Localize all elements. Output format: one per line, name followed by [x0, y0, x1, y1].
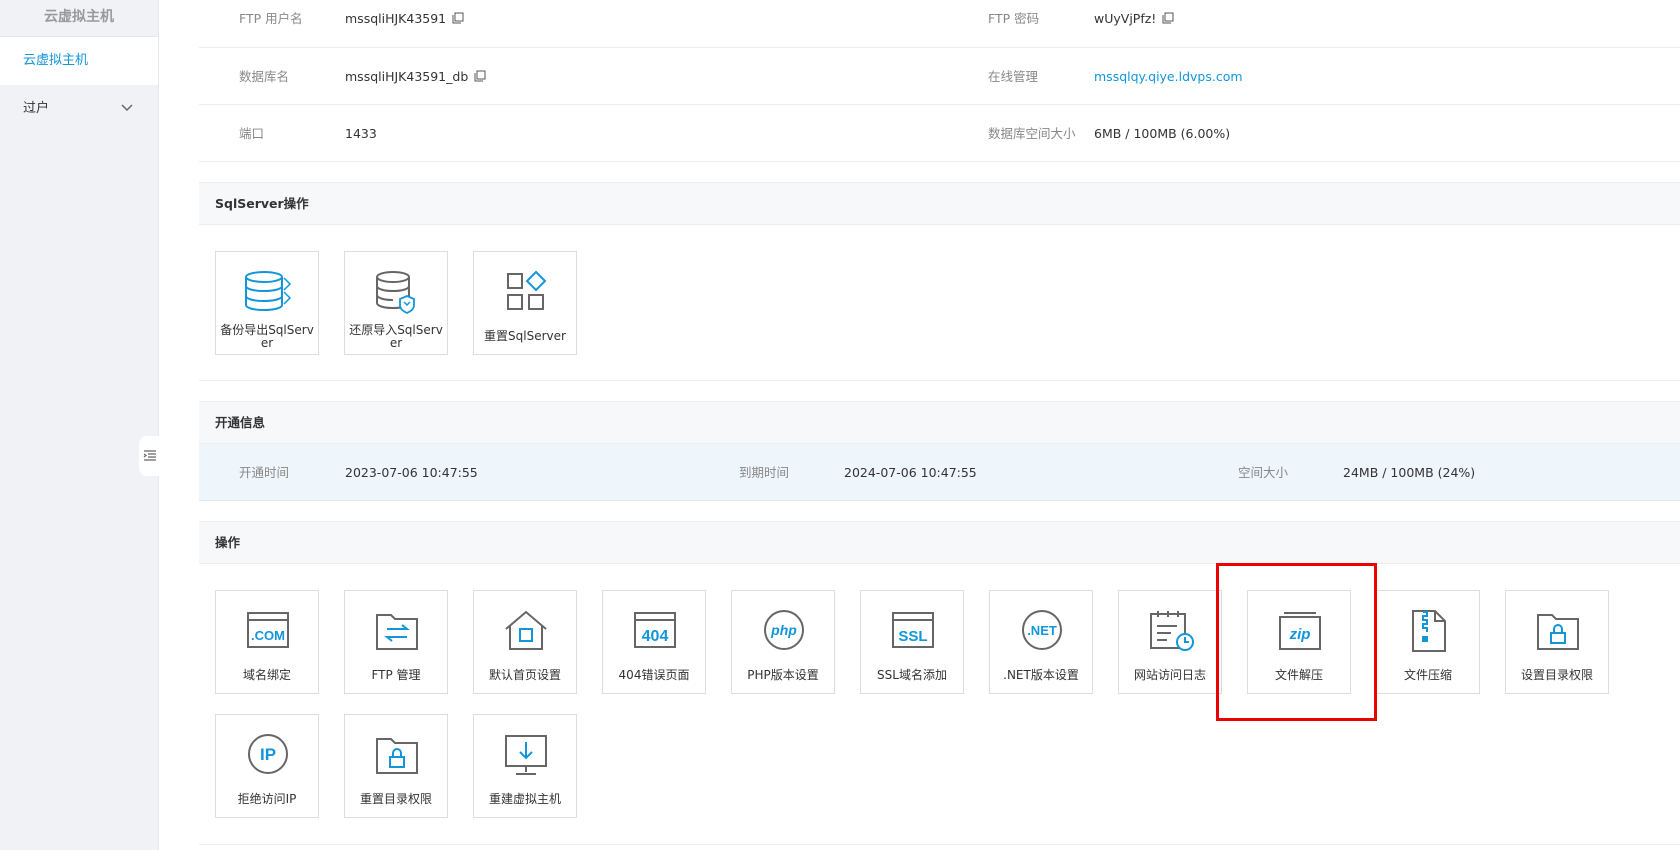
open-info-section-title: 开通信息 [199, 401, 1680, 444]
svg-text:zip: zip [1289, 626, 1311, 643]
rebuild-host-icon [505, 735, 547, 775]
tile-label: 重置目录权限 [359, 792, 432, 806]
port-value: 1433 [345, 126, 377, 141]
port-label: 端口 [239, 126, 265, 141]
error-404-icon: 404 [634, 612, 676, 648]
tile-label: 文件解压 [1274, 668, 1323, 682]
tile-label: SSL域名添加 [877, 668, 947, 682]
svg-text:SSL: SSL [898, 628, 927, 645]
ssl-domain-add-button[interactable]: SSL SSL域名添加 [860, 590, 964, 694]
tile-label: 404错误页面 [618, 668, 690, 682]
tile-label: PHP版本设置 [747, 668, 819, 682]
open-info-row: 开通时间 2023-07-06 10:47:55 到期时间 2024-07-06… [199, 444, 1680, 501]
db-space-label: 数据库空间大小 [988, 126, 1076, 141]
domain-binding-button[interactable]: .COM 域名绑定 [215, 590, 319, 694]
file-compress-button[interactable]: 文件压缩 [1376, 590, 1480, 694]
svg-text:php: php [770, 622, 797, 638]
db-name-label: 数据库名 [239, 69, 290, 84]
sidebar-collapse-toggle[interactable] [139, 436, 161, 476]
expire-time-label: 到期时间 [739, 465, 790, 480]
open-time-value: 2023-07-06 10:47:55 [345, 465, 478, 480]
svg-text:IP: IP [260, 745, 276, 764]
access-log-button[interactable]: 网站访问日志 [1118, 590, 1222, 694]
restore-import-sqlserver-button[interactable]: 还原导入SqlServer [344, 251, 448, 355]
zip-extract-icon: zip [1279, 612, 1321, 650]
tile-label: 重置SqlServer [484, 329, 566, 343]
ip-deny-icon: IP [248, 734, 288, 774]
tile-label: 重建虚拟主机 [488, 792, 561, 806]
list-indent-icon [143, 450, 156, 461]
file-extract-button[interactable]: zip 文件解压 [1247, 590, 1351, 694]
info-row-port: 端口 1433 数据库空间大小 6MB / 100MB (6.00%) [199, 105, 1680, 162]
copy-icon[interactable] [452, 12, 464, 24]
file-compress-icon [1412, 610, 1446, 652]
sidebar-item-label: 云虚拟主机 [23, 53, 89, 68]
php-version-button[interactable]: php PHP版本设置 [731, 590, 835, 694]
access-log-icon [1150, 611, 1194, 651]
error-404-page-button[interactable]: 404 404错误页面 [602, 590, 706, 694]
open-time-label: 开通时间 [239, 465, 290, 480]
db-name-value: mssqliHJK43591_db [345, 48, 486, 105]
sqlserver-section-title: SqlServer操作 [199, 182, 1680, 225]
ftp-management-button[interactable]: FTP 管理 [344, 590, 448, 694]
reset-grid-icon [507, 270, 547, 310]
ssl-icon: SSL [892, 612, 934, 648]
sidebar-item-transfer[interactable]: 过户 [0, 85, 158, 133]
sidebar-header: 云虚拟主机 [0, 0, 158, 37]
backup-export-sqlserver-button[interactable]: 备份导出SqlServer [215, 251, 319, 355]
tile-label: 拒绝访问IP [237, 792, 297, 806]
operations-section-title: 操作 [199, 521, 1680, 564]
folder-lock-icon [1537, 614, 1579, 650]
tile-label: 设置目录权限 [1520, 668, 1593, 682]
sqlserver-tiles: 备份导出SqlServer 还原导入SqlServer 重置SqlServer [199, 225, 1680, 381]
tile-label: 文件压缩 [1403, 668, 1452, 682]
php-icon: php [764, 610, 804, 650]
rebuild-virtual-host-button[interactable]: 重建虚拟主机 [473, 714, 577, 818]
chevron-down-icon [120, 85, 134, 133]
set-directory-permission-button[interactable]: 设置目录权限 [1505, 590, 1609, 694]
tile-label: .NET版本设置 [1003, 668, 1079, 682]
dotnet-icon: .NET [1022, 610, 1062, 650]
online-mgmt-link[interactable]: mssqlqy.qiye.ldvps.com [1094, 48, 1243, 105]
tile-label: 备份导出SqlServer [220, 323, 314, 350]
ftp-folder-icon [376, 614, 418, 650]
home-icon [505, 610, 547, 650]
expire-time-value: 2024-07-06 10:47:55 [844, 465, 977, 480]
db-space-value: 6MB / 100MB (6.00%) [1094, 126, 1231, 141]
online-mgmt-url[interactable]: mssqlqy.qiye.ldvps.com [1094, 69, 1243, 84]
info-row-ftp: FTP 用户名 mssqliHJK43591 FTP 密码 wUyVjPfz! [199, 0, 1680, 48]
operations-tiles: .COM 域名绑定 FTP 管理 默认首页设置 404 404错误页面 php … [199, 564, 1680, 845]
copy-icon[interactable] [474, 70, 486, 82]
tile-label: 还原导入SqlServer [349, 323, 443, 350]
tile-label: 网站访问日志 [1133, 668, 1206, 682]
tile-label: 域名绑定 [242, 668, 291, 682]
space-size-value: 24MB / 100MB (24%) [1343, 465, 1476, 480]
reset-directory-permission-button[interactable]: 重置目录权限 [344, 714, 448, 818]
folder-reset-lock-icon [376, 738, 418, 774]
svg-text:404: 404 [642, 628, 669, 645]
online-mgmt-label: 在线管理 [988, 69, 1039, 84]
tile-label: 默认首页设置 [488, 668, 561, 682]
info-row-db: 数据库名 mssqliHJK43591_db 在线管理 mssqlqy.qiye… [199, 48, 1680, 105]
copy-icon[interactable] [1162, 12, 1174, 24]
tile-label: FTP 管理 [371, 668, 421, 682]
database-restore-icon [376, 271, 415, 314]
sidebar-item-cloud-host[interactable]: 云虚拟主机 [0, 37, 158, 85]
sidebar: 云虚拟主机 云虚拟主机 过户 [0, 0, 159, 850]
space-size-label: 空间大小 [1238, 465, 1289, 480]
main-content: FTP 用户名 mssqliHJK43591 FTP 密码 wUyVjPfz! … [199, 0, 1680, 850]
svg-text:.NET: .NET [1027, 623, 1057, 638]
com-domain-icon: .COM [247, 612, 289, 648]
svg-text:.COM: .COM [251, 628, 285, 643]
sidebar-item-label: 过户 [23, 101, 50, 116]
dotnet-version-button[interactable]: .NET .NET版本设置 [989, 590, 1093, 694]
default-homepage-button[interactable]: 默认首页设置 [473, 590, 577, 694]
database-export-icon [245, 271, 292, 312]
deny-ip-button[interactable]: IP 拒绝访问IP [215, 714, 319, 818]
reset-sqlserver-button[interactable]: 重置SqlServer [473, 251, 577, 355]
